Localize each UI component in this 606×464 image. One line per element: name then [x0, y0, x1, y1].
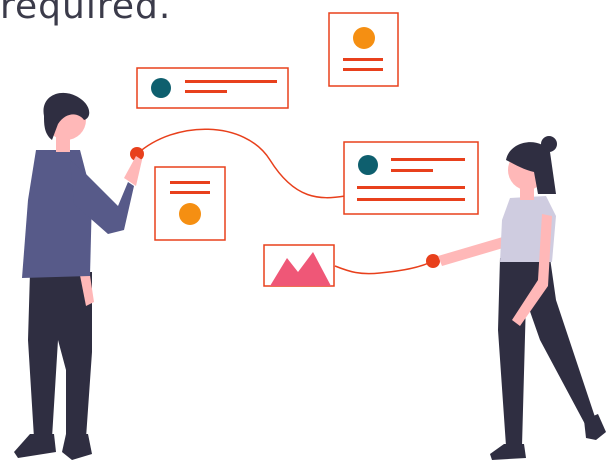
avatar-circle — [151, 78, 171, 98]
text-line — [170, 191, 210, 194]
text-line — [170, 181, 210, 184]
profile-card-middle-right — [343, 141, 479, 215]
avatar-circle — [358, 155, 378, 175]
illustration-svg — [14, 12, 606, 460]
connector-line-right — [334, 260, 434, 275]
text-line — [185, 80, 277, 83]
man-figure — [14, 92, 142, 460]
hair-bun — [541, 136, 557, 152]
avatar-card-top-right — [328, 12, 399, 87]
avatar-card-middle-left — [154, 166, 226, 241]
text-line — [343, 68, 383, 71]
text-line — [343, 58, 383, 61]
profile-card-top-left — [136, 67, 289, 109]
image-card — [263, 244, 335, 287]
avatar-circle — [179, 203, 201, 225]
avatar-circle — [353, 27, 375, 49]
text-line — [391, 158, 465, 161]
text-line — [391, 169, 433, 172]
text-line — [185, 90, 227, 93]
text-line — [357, 186, 465, 189]
text-line — [357, 198, 465, 201]
connector-dot-right — [426, 254, 440, 268]
illustration-canvas: required. — [0, 0, 606, 464]
